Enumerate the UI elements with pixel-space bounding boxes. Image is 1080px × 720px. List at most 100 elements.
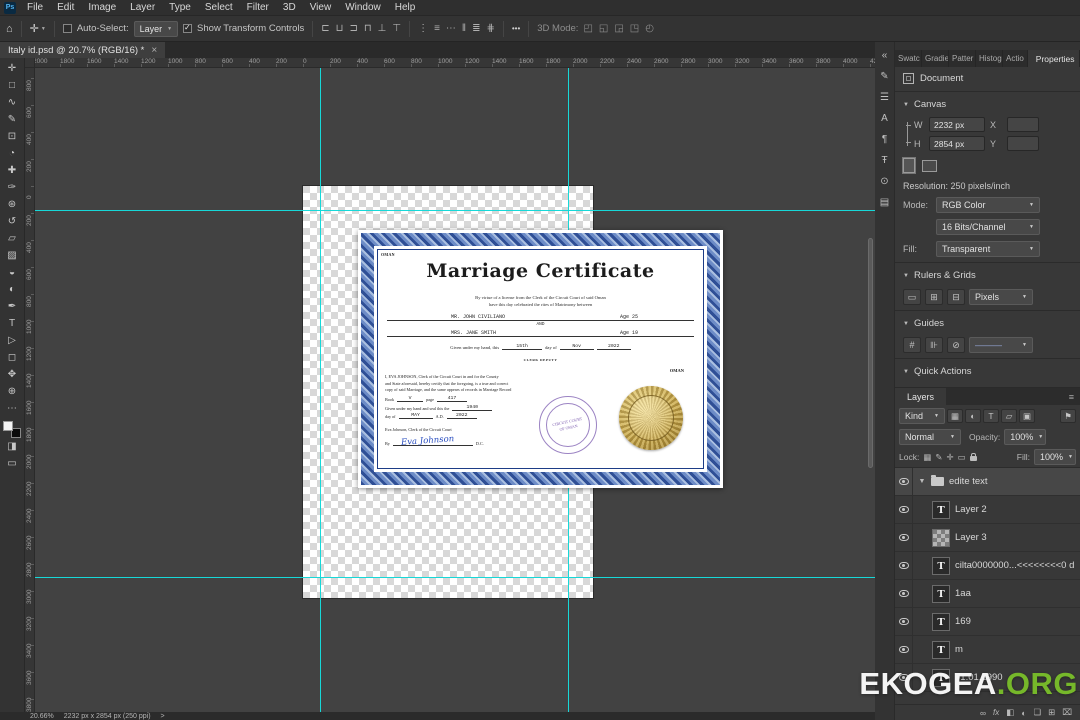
ruler-horizontal[interactable]: 2000180016001400120010008006004002000200… [35,58,875,68]
character-panel-icon[interactable]: A [875,108,895,129]
guide-vertical-left[interactable] [320,68,321,713]
group-caret-icon[interactable]: ▼ [918,478,926,485]
adjustment-layer-icon[interactable]: ◐ [1021,708,1026,718]
layer-row[interactable]: Tcilta0000000...<<<<<<<<0 d [895,552,1080,580]
distribute-button-icon[interactable]: ≡ [434,23,440,34]
clear-guides-icon[interactable]: ⊘ [947,337,965,353]
canvas-section-header[interactable]: ▼ Canvas [895,94,1080,115]
shape-tool-icon[interactable]: ◻ [0,349,25,366]
pixel-grid-icon[interactable]: ⊟ [947,289,965,305]
3d-mode-icon[interactable]: ◲ [614,23,623,34]
guide-horizontal-bottom[interactable] [35,577,875,578]
align-button-icon[interactable]: ⊥ [378,23,387,34]
zoom-tool-icon[interactable]: ⊕ [0,383,25,400]
lock-pixels-icon[interactable]: ✎ [935,452,942,463]
align-button-icon[interactable]: ⊓ [364,23,372,34]
visibility-toggle[interactable] [895,468,913,495]
foreground-color-swatch[interactable] [3,421,13,431]
menu-layer[interactable]: Layer [123,0,162,16]
link-dimensions-icon[interactable] [903,122,911,146]
menu-window[interactable]: Window [338,0,388,16]
type-tool-icon[interactable]: T [0,315,25,332]
visibility-toggle[interactable] [895,608,913,635]
filter-type-icon[interactable]: T [983,409,999,423]
dodge-tool-icon[interactable]: ◐ [0,281,25,298]
guide-layout-icon[interactable]: ⊪ [925,337,943,353]
x-field[interactable] [1007,117,1039,132]
lasso-tool-icon[interactable]: ∿ [0,94,25,111]
layer-row[interactable]: T 1aa [895,580,1080,608]
filter-shape-icon[interactable]: ▱ [1001,409,1017,423]
units-dropdown[interactable]: Pixels ▼ [969,289,1033,305]
blur-tool-icon[interactable]: ◒ [0,264,25,281]
visibility-toggle[interactable] [895,496,913,523]
libraries-panel-icon[interactable]: ▤ [875,192,895,213]
active-tool-icon[interactable]: ✛ ▼ [30,22,46,35]
layer-row[interactable]: T Layer 2 [895,496,1080,524]
ruler-icon[interactable]: ▭ [903,289,921,305]
distribute-button-icon[interactable]: ⋮ [418,23,428,34]
layer-row[interactable]: Tm [895,636,1080,664]
3d-mode-icon[interactable]: ◱ [599,23,608,34]
layer-row[interactable]: Layer 3 [895,524,1080,552]
mode-dropdown[interactable]: RGB Color ▼ [936,197,1040,213]
tab-properties[interactable]: Properties [1027,50,1080,67]
brushes-panel-icon[interactable]: ☰ [875,87,895,108]
align-button-icon[interactable]: ⊤ [392,23,401,34]
paragraph-panel-icon[interactable]: ¶ [875,129,895,150]
guide-horizontal-top[interactable] [35,210,875,211]
healing-brush-tool-icon[interactable]: ✚ [0,162,25,179]
eraser-tool-icon[interactable]: ▱ [0,230,25,247]
tab-gradie[interactable]: Gradie [922,50,949,67]
menu-image[interactable]: Image [81,0,123,16]
certificate-image[interactable]: OMAN Marriage Certificate By virtue of a… [358,230,723,488]
menu-select[interactable]: Select [198,0,240,16]
layer-fill-dropdown[interactable]: 100% ▼ [1034,449,1076,465]
menu-3d[interactable]: 3D [276,0,303,16]
visibility-toggle[interactable] [895,636,913,663]
canvas-fill-dropdown[interactable]: Transparent ▼ [936,241,1040,257]
history-brush-tool-icon[interactable]: ↺ [0,213,25,230]
landscape-orientation-icon[interactable] [922,159,937,172]
gradient-tool-icon[interactable]: ▨ [0,247,25,264]
filter-smart-object-icon[interactable]: ▣ [1019,409,1035,423]
pen-tool-icon[interactable]: ✒ [0,298,25,315]
panel-menu-icon[interactable]: ≡ [1063,388,1080,405]
width-field[interactable]: 2232 px [929,117,985,132]
grid-icon[interactable]: ⊞ [925,289,943,305]
menu-help[interactable]: Help [388,0,423,16]
lock-transparency-icon[interactable]: ▦ [923,452,931,463]
align-button-icon[interactable]: ⊐ [349,23,357,34]
home-icon[interactable]: ⌂ [6,23,13,35]
bit-depth-dropdown[interactable]: 16 Bits/Channel ▼ [936,219,1040,235]
zoom-level[interactable]: 20.66% [30,713,54,720]
screen-mode-icon[interactable]: ▭ [0,455,25,472]
quick-selection-tool-icon[interactable]: ✎ [0,111,25,128]
menu-filter[interactable]: Filter [240,0,276,16]
menu-type[interactable]: Type [162,0,198,16]
tab-patter[interactable]: Patter [949,50,976,67]
glyphs-panel-icon[interactable]: Ŧ [875,150,895,171]
lock-artboard-icon[interactable]: ▭ [958,452,966,463]
lock-all-icon[interactable] [969,453,977,461]
layer-effects-icon[interactable]: fx [993,708,999,717]
auto-select-dropdown[interactable]: Layer ▼ [133,20,179,37]
delete-layer-icon[interactable]: ⌧ [1062,707,1072,718]
canvas-scrollbar-thumb[interactable] [868,238,873,468]
move-tool-icon[interactable]: ✛ [0,60,25,77]
layer-mask-icon[interactable]: ◧ [1006,707,1014,718]
eyedropper-tool-icon[interactable]: ◔ [0,145,25,162]
quick-actions-section-header[interactable]: ▼ Quick Actions [895,361,1080,382]
y-field[interactable] [1007,136,1039,151]
tab-actio[interactable]: Actio [1003,50,1028,67]
portrait-orientation-icon[interactable] [902,157,916,174]
layer-row[interactable]: T 169 [895,608,1080,636]
menu-view[interactable]: View [303,0,339,16]
status-arrow-icon[interactable]: > [161,713,165,720]
filter-flag-icon[interactable]: ⚑ [1060,409,1076,423]
ruler-vertical[interactable]: 800 600 400 200 0 200 400 600 800 1000 1200 1400 160… [25,68,35,713]
tab-swatc[interactable]: Swatc [895,50,922,67]
tab-layers[interactable]: Layers [895,388,947,405]
filter-image-icon[interactable]: ▦ [947,409,963,423]
show-transform-checkbox[interactable] [183,23,193,33]
